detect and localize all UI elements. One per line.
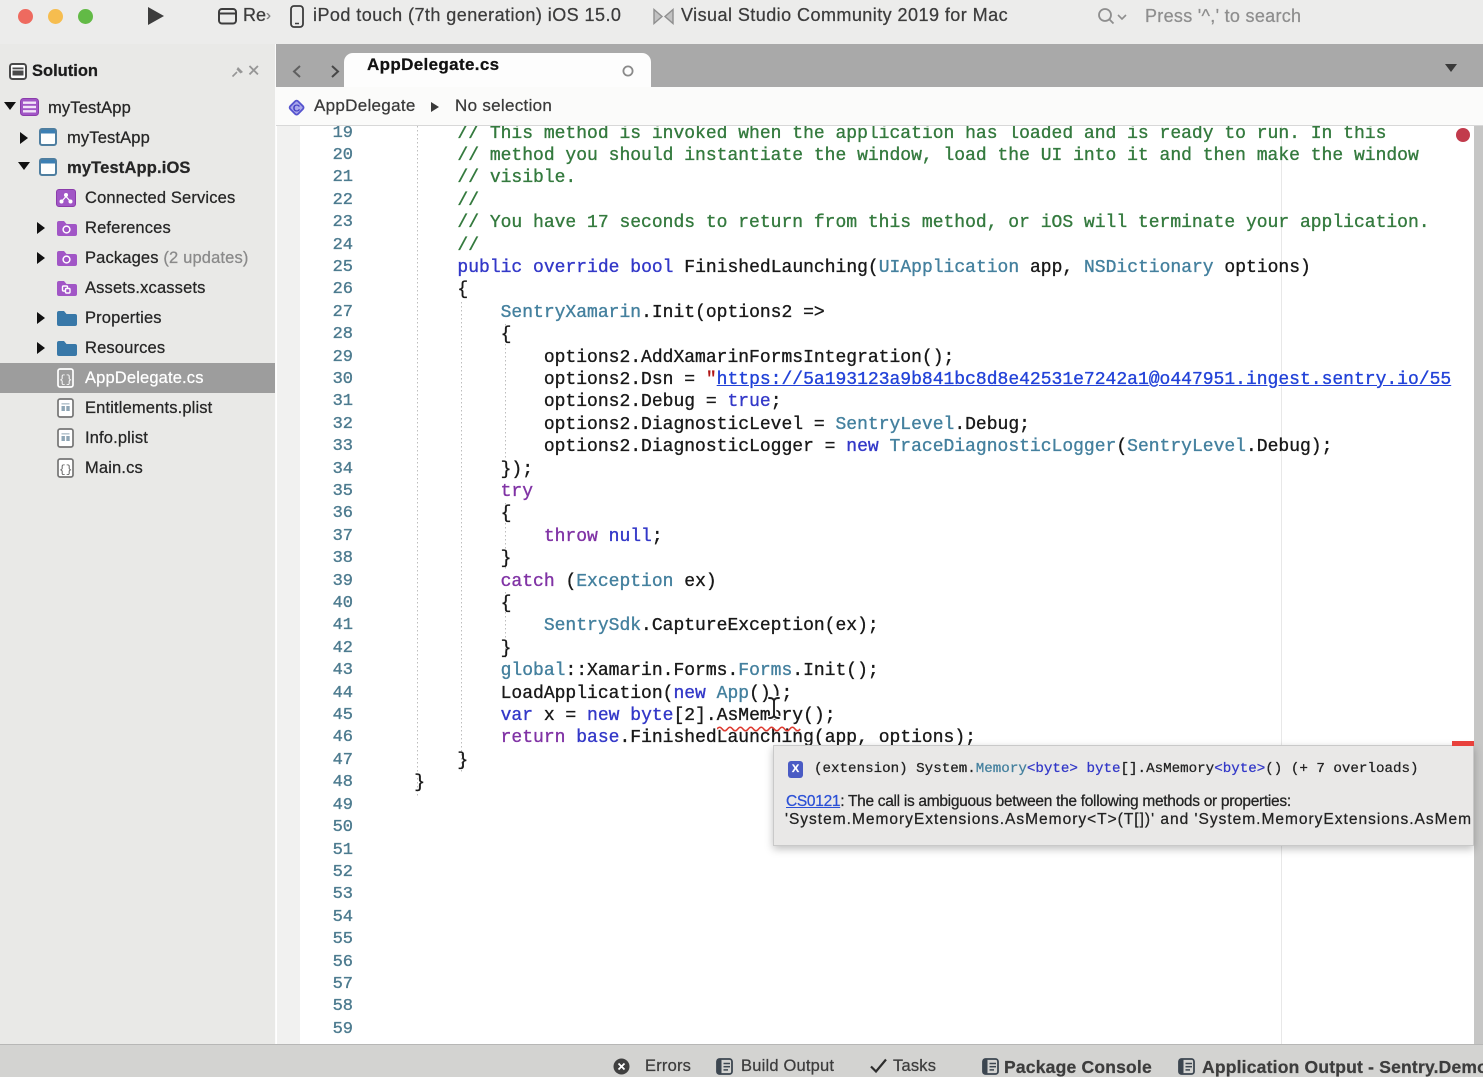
svg-text:{}: {} [59, 465, 73, 477]
svg-text:C: C [293, 102, 301, 114]
svg-text:{}: {} [59, 375, 73, 387]
